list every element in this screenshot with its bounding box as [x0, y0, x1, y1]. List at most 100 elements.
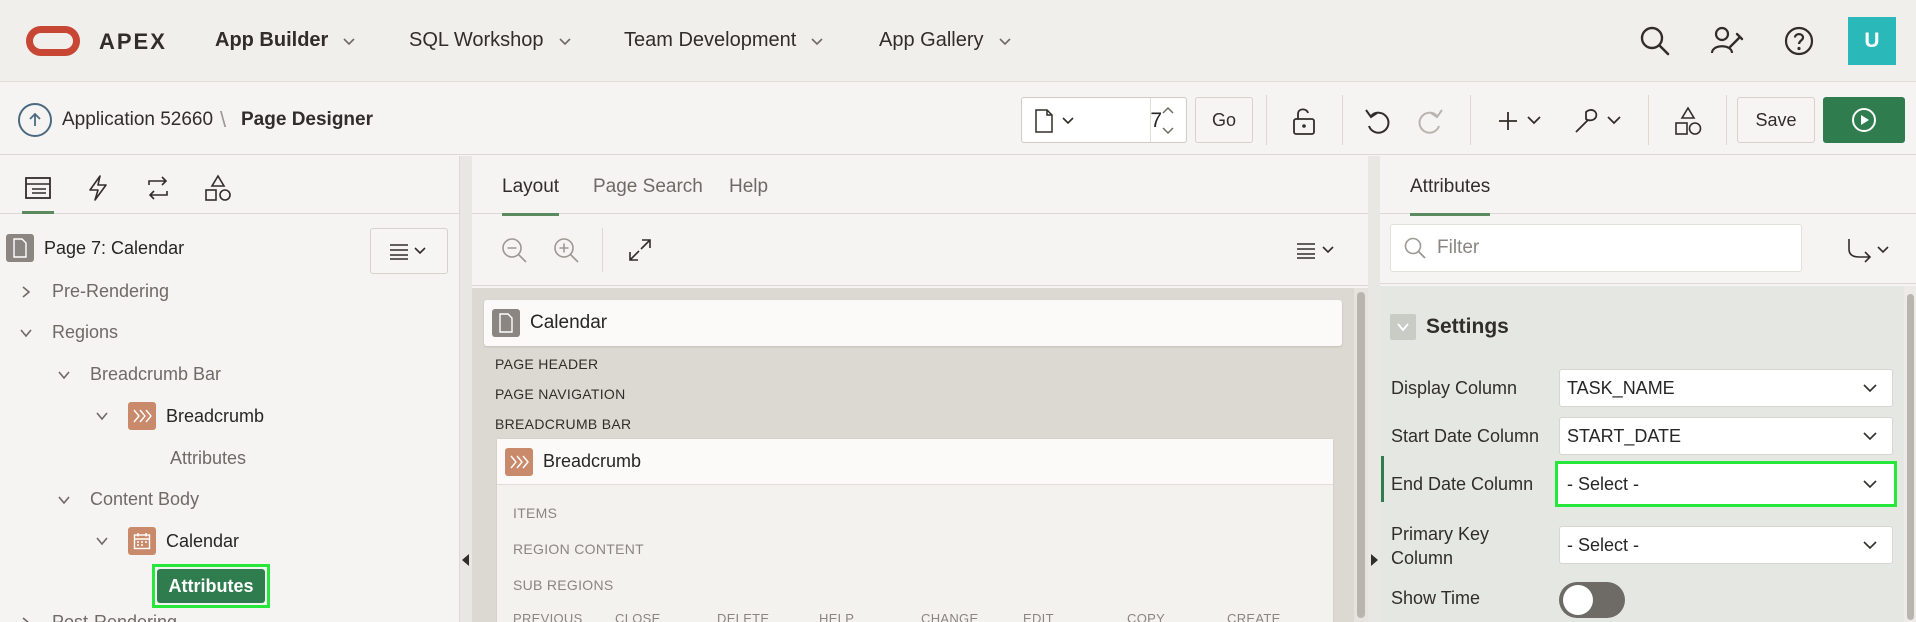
tree-node-post-rendering[interactable]: Post-Rendering [18, 612, 177, 622]
search-icon[interactable] [1636, 22, 1674, 60]
tree-node-calendar[interactable]: Calendar [94, 527, 239, 555]
administration-icon[interactable] [1708, 22, 1746, 60]
property-scrollbar[interactable] [1904, 286, 1916, 622]
slot-sub-regions[interactable]: SUB REGIONS [513, 577, 614, 593]
select-value: TASK_NAME [1567, 377, 1675, 398]
slot-copy[interactable]: COPY [1127, 611, 1165, 622]
page-number-input[interactable]: 7 [1122, 109, 1162, 133]
slot-page-header[interactable]: PAGE HEADER [495, 356, 598, 372]
nav-label: App Gallery [879, 29, 984, 51]
expand-icon[interactable] [622, 232, 658, 268]
nav-sql-workshop[interactable]: SQL Workshop [409, 29, 572, 52]
slot-items[interactable]: ITEMS [513, 505, 557, 521]
chevron-down-icon[interactable] [94, 408, 110, 424]
page-selector[interactable]: 7 [1021, 97, 1187, 143]
nav-app-builder[interactable]: App Builder [215, 29, 356, 52]
collapse-section-icon[interactable] [1390, 314, 1416, 340]
unlock-icon[interactable] [1286, 103, 1322, 139]
tab-attributes[interactable]: Attributes [1410, 176, 1491, 216]
canvas-scrollbar[interactable] [1354, 288, 1368, 622]
chevron-down-icon[interactable] [56, 367, 72, 383]
tree-node-breadcrumb-bar[interactable]: Breadcrumb Bar [56, 364, 221, 385]
primary-key-column-select[interactable]: - Select - [1559, 526, 1893, 564]
undo-icon[interactable] [1360, 103, 1396, 139]
layout-canvas[interactable]: Calendar PAGE HEADER PAGE NAVIGATION BRE… [472, 288, 1368, 622]
page-layout-header[interactable]: Calendar [484, 300, 1342, 346]
breadcrumb-application[interactable]: Application 52660 [62, 109, 213, 131]
slot-breadcrumb-bar[interactable]: BREADCRUMB BAR [495, 416, 631, 432]
collapse-left-panel-handle[interactable] [460, 156, 472, 622]
page-icon [492, 309, 520, 337]
tree-menu-button[interactable] [370, 228, 448, 274]
chevron-down-icon[interactable] [56, 492, 72, 508]
dynamic-actions-tab-icon[interactable] [80, 170, 116, 206]
processing-tab-icon[interactable] [140, 170, 176, 206]
save-button[interactable]: Save [1737, 97, 1815, 143]
start-date-column-select[interactable]: START_DATE [1559, 417, 1893, 455]
increment-icon[interactable] [1160, 103, 1176, 117]
property-filter-bar [1380, 214, 1916, 284]
decrement-icon[interactable] [1160, 124, 1176, 138]
chevron-down-icon[interactable] [18, 325, 34, 341]
up-arrow-icon[interactable] [18, 103, 52, 137]
help-icon[interactable] [1780, 22, 1818, 60]
slot-previous[interactable]: PREVIOUS [513, 611, 583, 622]
tree-node-breadcrumb-attributes[interactable]: Attributes [170, 448, 246, 469]
filter-input[interactable] [1437, 237, 1777, 259]
go-button[interactable]: Go [1195, 97, 1253, 143]
chevron-down-icon[interactable] [94, 533, 110, 549]
oracle-logo[interactable] [26, 26, 80, 56]
zoom-out-icon[interactable] [496, 232, 532, 268]
rendering-tab-icon[interactable] [20, 170, 56, 214]
hamburger-icon [1297, 243, 1334, 259]
zoom-in-icon[interactable] [548, 232, 584, 268]
slot-edit[interactable]: EDIT [1023, 611, 1054, 622]
layout-menu-button[interactable] [1292, 232, 1342, 268]
collapse-right-panel-handle[interactable] [1368, 156, 1380, 622]
scrollbar-thumb[interactable] [1907, 294, 1914, 620]
shared-components-icon[interactable] [1670, 103, 1706, 139]
utilities-menu-button[interactable] [1572, 103, 1628, 139]
user-avatar[interactable]: U [1848, 17, 1896, 65]
section-settings[interactable]: Settings [1390, 314, 1509, 340]
select-value: START_DATE [1567, 425, 1682, 446]
nav-app-gallery[interactable]: App Gallery [879, 29, 1012, 52]
breadcrumb-region-icon [128, 402, 156, 430]
slot-page-navigation[interactable]: PAGE NAVIGATION [495, 386, 626, 402]
tree-node-pre-rendering[interactable]: Pre-Rendering [18, 281, 169, 302]
label-display-column: Display Column [1391, 378, 1518, 398]
apex-brand[interactable]: APEX [99, 29, 167, 55]
breadcrumb-region-card[interactable]: Breadcrumb ITEMS REGION CONTENT SUB REGI… [496, 438, 1334, 622]
tree-node-regions[interactable]: Regions [18, 322, 118, 343]
slot-region-content[interactable]: REGION CONTENT [513, 541, 644, 557]
shared-components-tab-icon[interactable] [200, 170, 236, 206]
tab-help[interactable]: Help [729, 176, 768, 198]
tab-layout[interactable]: Layout [502, 176, 560, 216]
slot-close[interactable]: CLOSE [615, 611, 661, 622]
slot-create[interactable]: CREATE [1227, 611, 1281, 622]
tab-page-search[interactable]: Page Search [593, 176, 703, 198]
filter-field[interactable] [1390, 224, 1802, 272]
end-date-column-select[interactable]: - Select - [1555, 461, 1897, 507]
slot-delete[interactable]: DELETE [717, 611, 769, 622]
redo-icon[interactable] [1412, 103, 1448, 139]
label-end-date-column: End Date Column [1391, 474, 1534, 494]
slot-help[interactable]: HELP [819, 611, 854, 622]
tree-node-calendar-attributes[interactable]: Attributes [152, 564, 270, 608]
tree-node-breadcrumb[interactable]: Breadcrumb [94, 402, 264, 430]
save-and-run-button[interactable] [1823, 97, 1905, 143]
breadcrumb-region-header[interactable]: Breadcrumb [497, 439, 1333, 485]
tree-node-content-body[interactable]: Content Body [56, 489, 199, 510]
create-menu-button[interactable] [1498, 103, 1550, 139]
chevron-right-icon[interactable] [18, 284, 34, 300]
display-column-select[interactable]: TASK_NAME [1559, 369, 1893, 407]
tree-root-page[interactable]: Page 7: Calendar [6, 234, 184, 262]
property-editor: Attributes Settings Display Column TASK_… [1380, 156, 1916, 622]
scrollbar-thumb[interactable] [1357, 292, 1365, 618]
nav-team-development[interactable]: Team Development [624, 29, 824, 52]
go-to-group-button[interactable] [1838, 232, 1902, 268]
breadcrumb-region-title: Breadcrumb [543, 451, 642, 471]
slot-change[interactable]: CHANGE [921, 611, 978, 622]
show-time-toggle[interactable] [1559, 582, 1625, 618]
chevron-right-icon[interactable] [18, 615, 34, 622]
